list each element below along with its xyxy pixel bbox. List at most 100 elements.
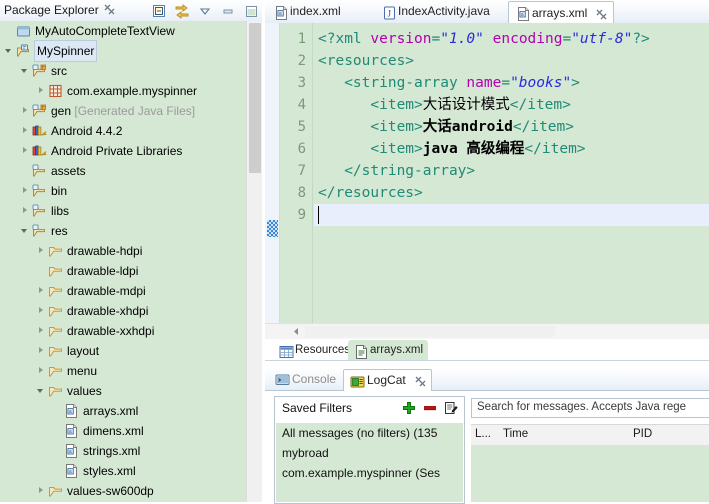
code-line[interactable]: <item>大话设计模式</item> [314,94,709,116]
tree-item-android-4-4-2[interactable]: Android 4.4.2 [0,121,246,141]
code-line[interactable]: <item>大话android</item> [314,116,709,138]
folder-icon [47,303,64,319]
code-token-tag: <item> [318,141,423,157]
code-line[interactable]: <string-array name="books"> [314,72,709,94]
tree-item-styles-xml[interactable]: a styles.xml [0,461,246,481]
code-line[interactable]: <?xml version="1.0" encoding="utf-8"?> [314,28,709,50]
tree-item-drawable-xxhdpi[interactable]: drawable-xxhdpi [0,321,246,341]
tree-item-drawable-ldpi[interactable]: drawable-ldpi [0,261,246,281]
tree-item-values[interactable]: values [0,381,246,401]
add-filter-icon[interactable] [402,401,416,418]
table-row[interactable] [471,445,709,459]
tree-item-res[interactable]: res [0,221,246,241]
folder-res-icon [31,163,48,179]
package-explorer-tree[interactable]: MyAutoCompleteTextView MySpinner src com.ex… [0,21,246,502]
logcat-table-header[interactable]: L... Time PID [471,424,709,446]
code-line[interactable]: <item>java 高级编程</item> [314,138,709,160]
tree-item-strings-xml[interactable]: a strings.xml [0,441,246,461]
code-line[interactable] [314,204,709,226]
code-line[interactable]: <resources> [314,50,709,72]
expand-arrow-icon[interactable] [20,201,31,221]
maximize-icon[interactable] [243,3,259,19]
tree-item-menu[interactable]: menu [0,361,246,381]
xml-editor[interactable]: 123456789 <?xml version="1.0" encoding="… [265,23,709,323]
form-tab-resources[interactable]: Resources [273,340,355,360]
code-content[interactable]: <?xml version="1.0" encoding="utf-8"?> <r… [314,23,709,328]
tree-item-libs[interactable]: libs [0,201,246,221]
editor-tabbar: a index.xml J IndexActivity.java a arrays.xml [265,0,709,24]
tree-item-values-sw600dp[interactable]: values-sw600dp [0,481,246,501]
code-token-tag: = [501,75,511,91]
expand-arrow-icon[interactable] [36,381,47,401]
expand-arrow-icon[interactable] [36,301,47,321]
expand-arrow-icon[interactable] [20,221,31,241]
svg-text:a: a [69,409,72,415]
svg-text:a: a [69,469,72,475]
tree-item-myautocompletetextview[interactable]: MyAutoCompleteTextView [0,21,246,41]
logcat-table-body[interactable] [471,445,709,502]
expand-arrow-icon[interactable] [36,81,47,101]
expand-arrow-icon[interactable] [20,121,31,141]
editor-horizontal-scrollbar[interactable] [265,323,709,339]
tree-item-dimens-xml[interactable]: a dimens.xml [0,421,246,441]
code-token-tag: <?xml [318,31,371,47]
scrollbar-thumb[interactable] [305,326,555,337]
column-header[interactable]: Time [503,428,528,440]
tree-item-bin[interactable]: bin [0,181,246,201]
code-line[interactable]: </string-array> [314,160,709,182]
tab-package-explorer[interactable]: Package Explorer [4,1,115,20]
tree-item-arrays-xml[interactable]: a arrays.xml [0,401,246,421]
saved-filters-header: Saved Filters [275,397,464,422]
minimize-icon[interactable] [220,3,236,19]
expand-arrow-icon[interactable] [36,281,47,301]
bottom-tab-logcat[interactable]: LogCat [343,369,432,391]
expand-arrow-icon[interactable] [36,321,47,341]
code-line[interactable]: </resources> [314,182,709,204]
tree-item-src[interactable]: src [0,61,246,81]
expand-arrow-icon[interactable] [4,41,15,61]
expand-arrow-icon[interactable] [20,61,31,81]
tree-item-layout[interactable]: layout [0,341,246,361]
tree-item-android-private-libraries[interactable]: Android Private Libraries [0,141,246,161]
saved-filter-item[interactable]: com.example.myspinner (Ses [276,463,463,483]
saved-filter-item[interactable]: mybroad [276,443,463,463]
expand-arrow-icon[interactable] [36,481,47,501]
code-token-tag: <resources> [318,53,415,69]
edit-filter-icon[interactable] [444,401,458,418]
package-explorer-tabbar: Package Explorer [0,0,262,22]
link-with-editor-icon[interactable] [174,3,190,19]
tree-item-drawable-hdpi[interactable]: drawable-hdpi [0,241,246,261]
expand-arrow-icon[interactable] [36,241,47,261]
tree-item-assets[interactable]: assets [0,161,246,181]
editor-tab-index-xml[interactable]: a index.xml [267,1,347,22]
scrollbar-thumb[interactable] [249,23,261,173]
view-menu-icon[interactable] [197,3,213,19]
tree-item-com-example-myspinner[interactable]: com.example.myspinner [0,81,246,101]
package-explorer-panel: Package Explorer MyAutoCompleteTextView … [0,0,265,502]
column-header[interactable]: PID [633,428,652,440]
tree-item-drawable-mdpi[interactable]: drawable-mdpi [0,281,246,301]
expand-arrow-icon[interactable] [20,141,31,161]
expand-arrow-icon[interactable] [20,181,31,201]
close-icon[interactable] [415,376,426,387]
package-explorer-vertical-scrollbar[interactable] [246,21,263,502]
logcat-search-input[interactable]: Search for messages. Accepts Java rege [471,398,709,418]
saved-filters-list[interactable]: All messages (no filters) (135 mybroad com… [276,423,463,502]
expand-arrow-icon[interactable] [36,361,47,381]
column-header[interactable]: L... [475,428,491,440]
tree-item-gen[interactable]: gen [Generated Java Files] [0,101,246,121]
editor-tab-arrays-xml[interactable]: a arrays.xml [508,1,615,24]
remove-filter-icon[interactable] [423,401,437,418]
expand-arrow-icon[interactable] [20,101,31,121]
bottom-tab-console[interactable]: Console [269,369,341,389]
collapse-all-icon[interactable] [151,3,167,19]
tree-item-drawable-xhdpi[interactable]: drawable-xhdpi [0,301,246,321]
scroll-left-icon[interactable] [291,326,302,337]
form-tab-arrays-xml[interactable]: arrays.xml [348,340,429,360]
tree-item-myspinner[interactable]: MySpinner [0,40,246,62]
editor-tab-indexactivity-java[interactable]: J IndexActivity.java [375,1,496,22]
expand-arrow-icon[interactable] [36,341,47,361]
close-icon[interactable] [596,9,607,20]
saved-filter-item[interactable]: All messages (no filters) (135 [276,423,463,443]
close-icon[interactable] [104,4,115,15]
